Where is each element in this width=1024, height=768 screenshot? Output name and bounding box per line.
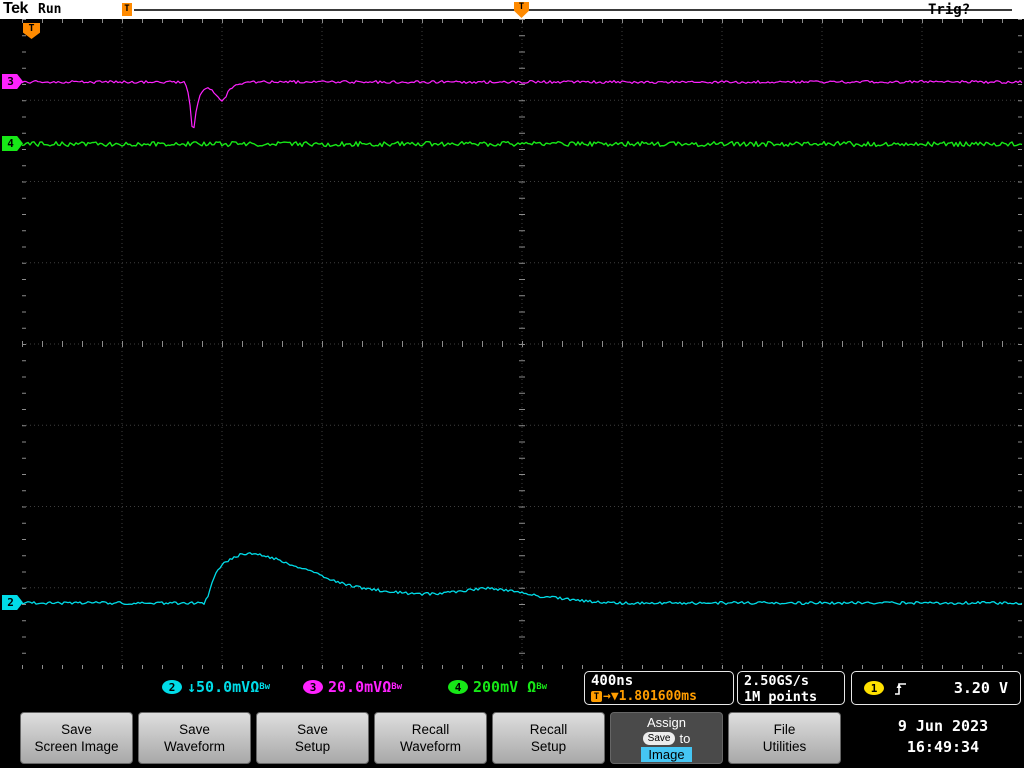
ch4-scale-text: 200mV ΩBw xyxy=(473,678,547,696)
trigger-level: 3.20 V xyxy=(953,679,1008,697)
sample-rate-readout[interactable]: 2.50GS/s 1M points xyxy=(737,671,845,705)
file-utilities-button[interactable]: File Utilities xyxy=(728,712,841,764)
button-label: Save xyxy=(179,722,210,737)
ch3-scale-text: 20.0mVΩBw xyxy=(328,678,402,696)
assign-target-value: Image xyxy=(641,746,692,762)
button-label: Recall xyxy=(411,722,450,737)
recall-waveform-button[interactable]: Recall Waveform xyxy=(374,712,487,764)
ch2-badge: 2 xyxy=(162,680,182,694)
button-label: Waveform xyxy=(163,739,225,754)
save-waveform-button[interactable]: Save Waveform xyxy=(138,712,251,764)
save-key-badge: Save xyxy=(642,731,676,745)
ch3-impedance: Ω xyxy=(382,678,392,696)
button-label: Recall xyxy=(529,722,568,737)
button-label: Setup xyxy=(530,739,567,754)
ch4-scale: 200mV xyxy=(473,678,519,696)
rising-edge-icon xyxy=(895,682,906,695)
button-label: Save xyxy=(297,722,328,737)
assign-row2: Save to xyxy=(642,730,691,746)
ch2-impedance: Ω xyxy=(250,678,260,696)
ch2-scale-text: ↓50.0mVΩBw xyxy=(187,678,270,696)
record-trigger-icon: T xyxy=(122,3,132,16)
ch3-scale: 20.0mV xyxy=(328,678,383,696)
delay-value: 1.801600ms xyxy=(618,689,697,704)
date-time: 9 Jun 2023 16:49:34 xyxy=(868,716,1018,758)
trigger-status: Trig? xyxy=(928,2,971,18)
time: 16:49:34 xyxy=(906,738,980,756)
tek-logo: Tek xyxy=(3,0,28,17)
button-label: Waveform xyxy=(399,739,461,754)
ch4-impedance: Ω xyxy=(518,678,537,696)
graticule-and-waveforms xyxy=(21,19,1023,669)
ch4-bandwidth-flag: Bw xyxy=(536,682,548,692)
ch3-badge: 3 xyxy=(303,680,323,694)
record-view-line xyxy=(134,9,1012,11)
acquisition-status: Run xyxy=(38,2,62,17)
save-setup-button[interactable]: Save Setup xyxy=(256,712,369,764)
button-label: File xyxy=(773,722,796,737)
horizontal-readout[interactable]: 400ns T →▼ 1.801600ms xyxy=(584,671,734,705)
trigger-readout[interactable]: 1 3.20 V xyxy=(851,671,1021,705)
oscilloscope-screen: Tek Run T T Trig? T 3 4 2 2 ↓50.0mVΩBw 3… xyxy=(0,0,1024,768)
record-length: 1M points xyxy=(744,689,818,705)
save-screen-image-button[interactable]: Save Screen Image xyxy=(20,712,133,764)
trigger-t-icon: T xyxy=(591,691,602,702)
assign-save-to-button[interactable]: Assign Save to Image xyxy=(610,712,723,764)
ch3-readout[interactable]: 3 20.0mVΩBw xyxy=(303,677,402,697)
recall-setup-button[interactable]: Recall Setup xyxy=(492,712,605,764)
button-label: Save xyxy=(61,722,92,737)
button-label: Utilities xyxy=(762,739,807,754)
ch4-badge: 4 xyxy=(448,680,468,694)
ch2-arrow-icon: ↓ xyxy=(187,678,197,696)
button-label: Setup xyxy=(294,739,331,754)
delay-prefix-icon: →▼ xyxy=(603,689,619,704)
button-label: Screen Image xyxy=(34,739,119,754)
ch2-bandwidth-flag: Bw xyxy=(259,682,271,692)
timebase-readout: 400ns xyxy=(591,673,634,689)
sample-rate: 2.50GS/s xyxy=(744,673,810,689)
ch2-readout[interactable]: 2 ↓50.0mVΩBw xyxy=(162,677,270,697)
top-status-bar: Tek Run T T Trig? xyxy=(0,0,1024,19)
ch4-readout[interactable]: 4 200mV ΩBw xyxy=(448,677,547,697)
assign-to-label: to xyxy=(679,730,691,746)
date: 9 Jun 2023 xyxy=(897,717,989,735)
view-position-marker-icon[interactable]: T xyxy=(514,2,529,18)
delay-readout: T →▼ 1.801600ms xyxy=(591,689,727,704)
ch2-scale: 50.0mV xyxy=(196,678,251,696)
assign-label: Assign xyxy=(646,714,687,730)
trigger-source-badge: 1 xyxy=(864,681,884,695)
ch3-bandwidth-flag: Bw xyxy=(391,682,403,692)
